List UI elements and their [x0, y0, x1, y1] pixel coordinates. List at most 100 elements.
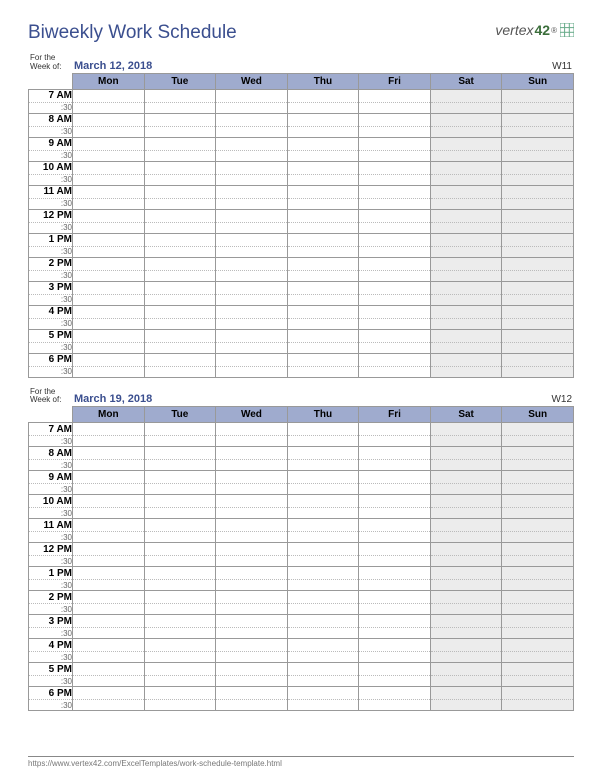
schedule-cell [430, 294, 502, 305]
time-label-half: :30 [29, 532, 73, 543]
schedule-cell [73, 532, 145, 543]
schedule-cell [73, 604, 145, 615]
schedule-cell [144, 639, 216, 652]
schedule-cell [216, 615, 288, 628]
schedule-cell [430, 89, 502, 102]
schedule-cell [216, 257, 288, 270]
schedule-cell [73, 687, 145, 700]
schedule-cell [216, 508, 288, 519]
schedule-cell [216, 687, 288, 700]
schedule-cell [502, 318, 574, 329]
schedule-cell [430, 543, 502, 556]
schedule-cell [502, 281, 574, 294]
schedule-cell [144, 567, 216, 580]
time-label-half: :30 [29, 270, 73, 281]
schedule-cell [73, 318, 145, 329]
schedule-cell [73, 209, 145, 222]
schedule-cell [430, 580, 502, 591]
schedule-cell [359, 353, 431, 366]
schedule-cell [430, 233, 502, 246]
schedule-cell [359, 366, 431, 377]
schedule-cell [287, 353, 359, 366]
schedule-cell [216, 281, 288, 294]
schedule-cell [430, 222, 502, 233]
week-meta: For the Week of:March 19, 2018W12 [28, 388, 574, 407]
time-label-half: :30 [29, 676, 73, 687]
schedule-cell [502, 495, 574, 508]
time-label-hour: 10 AM [29, 161, 73, 174]
schedule-cell [144, 652, 216, 663]
schedule-cell [216, 209, 288, 222]
schedule-cell [144, 126, 216, 137]
schedule-cell [216, 305, 288, 318]
schedule-cell [144, 663, 216, 676]
registered-mark: ® [551, 26, 557, 35]
schedule-cell [502, 508, 574, 519]
day-header: Thu [287, 407, 359, 423]
schedule-cell [287, 580, 359, 591]
schedule-cell [430, 305, 502, 318]
schedule-cell [502, 102, 574, 113]
schedule-cell [359, 233, 431, 246]
schedule-cell [502, 185, 574, 198]
schedule-cell [287, 508, 359, 519]
schedule-cell [287, 519, 359, 532]
schedule-cell [216, 532, 288, 543]
schedule-cell [430, 556, 502, 567]
time-label-hour: 4 PM [29, 305, 73, 318]
week-date: March 19, 2018 [74, 393, 152, 405]
schedule-cell [144, 543, 216, 556]
time-label-hour: 6 PM [29, 353, 73, 366]
schedule-cell [73, 615, 145, 628]
time-label-half: :30 [29, 246, 73, 257]
schedule-cell [502, 567, 574, 580]
schedule-cell [73, 198, 145, 209]
schedule-cell [430, 329, 502, 342]
schedule-cell [359, 209, 431, 222]
schedule-cell [216, 436, 288, 447]
logo-grid-icon [560, 23, 574, 37]
schedule-cell [430, 318, 502, 329]
schedule-cell [359, 447, 431, 460]
schedule-cell [359, 294, 431, 305]
schedule-cell [287, 615, 359, 628]
schedule-table: MonTueWedThuFriSatSun7 AM:308 AM:309 AM:… [28, 406, 574, 711]
schedule-cell [359, 329, 431, 342]
schedule-cell [359, 615, 431, 628]
schedule-cell [73, 460, 145, 471]
schedule-cell [216, 700, 288, 711]
vertex42-logo: vertex42® [495, 22, 574, 38]
day-header: Sat [430, 407, 502, 423]
schedule-cell [73, 174, 145, 185]
schedule-cell [287, 222, 359, 233]
schedule-cell [430, 663, 502, 676]
schedule-cell [216, 102, 288, 113]
schedule-cell [359, 113, 431, 126]
time-label-half: :30 [29, 318, 73, 329]
schedule-cell [73, 366, 145, 377]
schedule-cell [73, 423, 145, 436]
schedule-cell [430, 519, 502, 532]
schedule-cell [287, 137, 359, 150]
schedule-cell [430, 209, 502, 222]
time-label-half: :30 [29, 652, 73, 663]
schedule-cell [502, 556, 574, 567]
time-label-hour: 3 PM [29, 281, 73, 294]
schedule-cell [430, 353, 502, 366]
schedule-cell [73, 126, 145, 137]
schedule-cell [287, 161, 359, 174]
schedule-cell [430, 198, 502, 209]
schedule-cell [73, 329, 145, 342]
schedule-cell [502, 257, 574, 270]
schedule-cell [430, 639, 502, 652]
schedule-cell [73, 281, 145, 294]
schedule-cell [216, 342, 288, 353]
schedule-cell [144, 604, 216, 615]
day-header: Mon [73, 407, 145, 423]
page-title: Biweekly Work Schedule [28, 22, 237, 44]
schedule-cell [502, 676, 574, 687]
schedule-cell [430, 423, 502, 436]
time-label-hour: 1 PM [29, 233, 73, 246]
schedule-cell [359, 150, 431, 161]
week-date: March 12, 2018 [74, 60, 152, 72]
